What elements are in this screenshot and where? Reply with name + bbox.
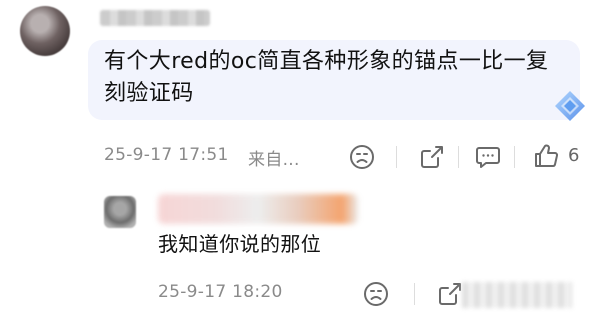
commenter-avatar[interactable] (20, 6, 70, 56)
diamond-badge-icon (552, 88, 588, 124)
comment-text: 有个大red的oc简直各种形象的锚点一比一复刻验证码 (104, 49, 549, 106)
commenter-name-blurred[interactable] (100, 10, 210, 26)
comment-source[interactable]: 来自... (248, 145, 300, 170)
like-icon[interactable] (532, 142, 560, 170)
share-icon[interactable] (436, 280, 464, 308)
reply-avatar[interactable] (104, 196, 136, 228)
reply-name-blurred[interactable] (158, 194, 358, 224)
comment-timestamp: 25-9-17 17:51 (104, 145, 229, 165)
like-count: 6 (568, 145, 580, 166)
divider (414, 283, 415, 305)
reply-timestamp: 25-9-17 18:20 (158, 282, 283, 302)
reply-text: 我知道你说的那位 (158, 232, 322, 256)
divider (396, 146, 397, 168)
sad-face-icon[interactable] (362, 280, 390, 308)
divider (514, 146, 515, 168)
comment-icon[interactable] (474, 143, 502, 171)
share-icon[interactable] (418, 143, 446, 171)
divider (458, 146, 459, 168)
sad-face-icon[interactable] (348, 143, 376, 171)
blurred-region (462, 282, 572, 308)
